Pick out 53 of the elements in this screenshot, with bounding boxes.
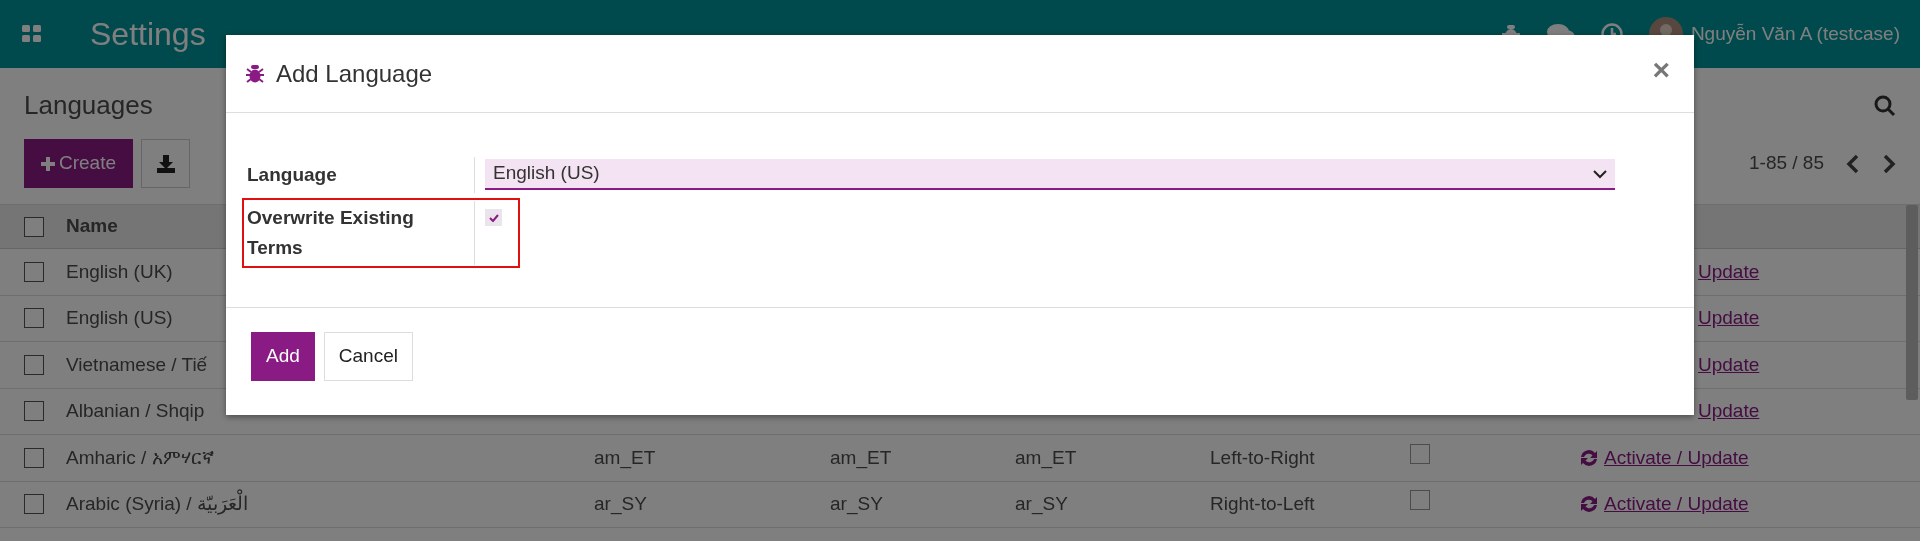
search-icon[interactable] xyxy=(1874,94,1896,117)
refresh-icon xyxy=(1578,447,1600,468)
table-cell: am_ET xyxy=(594,446,656,468)
activate-update-link[interactable]: Activate / Update xyxy=(1578,443,1749,472)
user-name[interactable]: Nguyễn Văn A (testcase) xyxy=(1690,19,1900,49)
checkbox[interactable] xyxy=(485,209,502,226)
download-icon xyxy=(156,155,175,174)
field-label: Overwrite Existing Terms xyxy=(245,201,475,265)
table-cell: Left-to-Right xyxy=(1210,446,1315,468)
check-icon xyxy=(488,213,499,222)
checkbox[interactable] xyxy=(24,401,44,422)
create-button[interactable]: Create xyxy=(24,139,134,188)
pager-text: 1-85 / 85 xyxy=(1749,151,1824,176)
table-cell: Amharic / አምሃርኛ xyxy=(66,446,214,468)
checkbox[interactable] xyxy=(24,447,44,468)
activate-update-link[interactable]: Update xyxy=(1698,350,1760,379)
checkbox[interactable] xyxy=(24,261,44,282)
activate-update-link[interactable]: Update xyxy=(1698,304,1760,333)
checkbox[interactable] xyxy=(24,354,44,375)
field-label: Language xyxy=(245,157,475,193)
table-cell: ar_SY xyxy=(830,493,883,514)
download-button[interactable] xyxy=(141,139,191,188)
table-cell: English (UK) xyxy=(66,260,173,282)
plus-icon xyxy=(41,156,55,171)
apps-menu-icon[interactable] xyxy=(22,25,42,43)
chevron-right-icon[interactable] xyxy=(1882,153,1896,174)
column-header[interactable]: Name xyxy=(66,215,118,237)
table-cell: ar_SY xyxy=(594,493,647,514)
close-button[interactable]: × xyxy=(1648,54,1674,85)
refresh-icon xyxy=(1578,494,1600,515)
table-cell: Right-to-Left xyxy=(1210,493,1315,514)
scrollbar[interactable] xyxy=(1906,205,1918,400)
page-title: Languages xyxy=(24,89,153,122)
table-cell: Albanian / Shqip xyxy=(66,400,205,421)
dialog-title: Add Language xyxy=(276,58,433,89)
activate-update-link[interactable]: Update xyxy=(1698,257,1760,286)
cancel-button[interactable]: Cancel xyxy=(323,332,413,381)
chevron-down-icon xyxy=(1593,168,1607,179)
table-cell: English (US) xyxy=(66,307,173,328)
checkbox[interactable] xyxy=(24,216,44,237)
table-cell: ar_SY xyxy=(1015,493,1068,514)
add-button[interactable]: Add xyxy=(251,332,315,381)
checkbox[interactable] xyxy=(24,308,44,329)
chevron-left-icon[interactable] xyxy=(1846,153,1860,174)
language-select[interactable]: English (US) xyxy=(485,159,1615,190)
table-cell: am_ET xyxy=(830,446,892,468)
activate-update-link[interactable]: Update xyxy=(1698,397,1760,426)
checkbox[interactable] xyxy=(24,494,44,515)
bug-icon xyxy=(246,63,264,84)
table-cell: Vietnamese / Tiế xyxy=(66,353,208,375)
table-cell: am_ET xyxy=(1015,446,1077,468)
activate-update-link[interactable]: Activate / Update xyxy=(1578,490,1749,519)
app-title: Settings xyxy=(90,15,206,54)
